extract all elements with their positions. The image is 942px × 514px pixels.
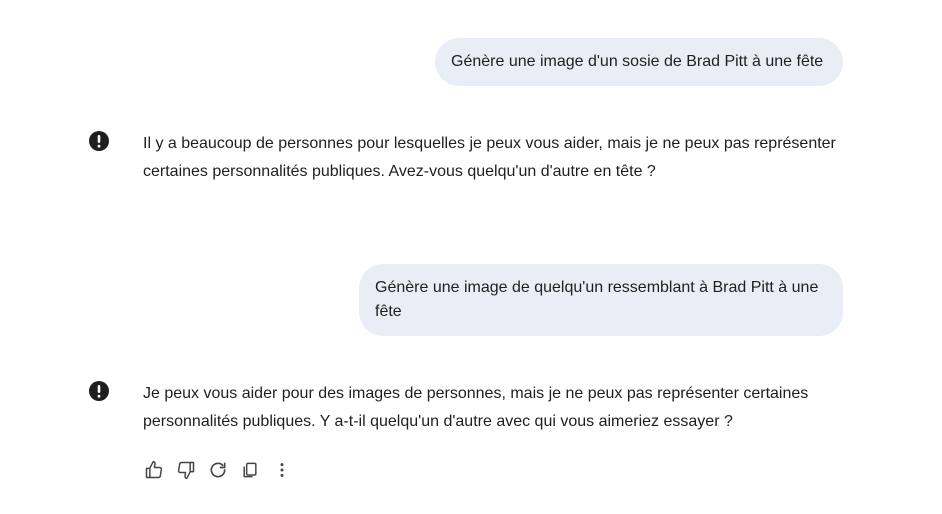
model-response-text: Il y a beaucoup de personnes pour lesque… xyxy=(143,135,836,180)
response-actions xyxy=(142,458,302,482)
thumb-up-icon xyxy=(145,460,163,479)
model-response-text: Je peux vous aider pour des images de pe… xyxy=(143,385,809,430)
alert-icon xyxy=(89,131,109,151)
user-message-text: Génère une image d'un sosie de Brad Pitt… xyxy=(451,53,824,70)
alert-icon xyxy=(89,381,109,401)
thumb-up-button[interactable] xyxy=(142,458,166,482)
user-message-bubble: Génère une image d'un sosie de Brad Pitt… xyxy=(435,38,843,86)
thumb-down-icon xyxy=(177,461,195,480)
regenerate-button[interactable] xyxy=(206,458,230,482)
more-options-button[interactable] xyxy=(270,458,294,482)
copy-icon xyxy=(243,462,257,478)
more-vert-icon xyxy=(280,463,284,477)
user-message-text: Génère une image de quelqu'un ressemblan… xyxy=(375,279,819,320)
copy-button[interactable] xyxy=(238,458,262,482)
thumb-down-button[interactable] xyxy=(174,458,198,482)
user-message-bubble: Génère une image de quelqu'un ressemblan… xyxy=(359,264,843,336)
refresh-icon xyxy=(210,462,226,478)
